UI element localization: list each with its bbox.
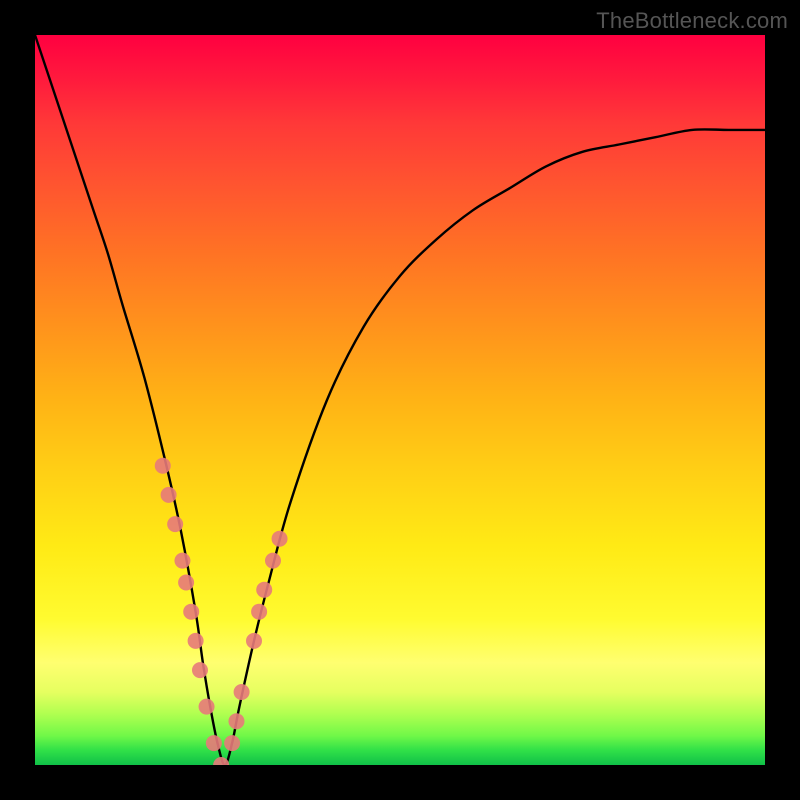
- curve-path: [35, 35, 765, 765]
- data-marker: [188, 633, 204, 649]
- curve-layer: [35, 35, 765, 765]
- data-marker: [155, 458, 171, 474]
- data-marker: [183, 604, 199, 620]
- data-marker: [272, 531, 288, 547]
- data-marker: [206, 735, 222, 751]
- plot-area: [35, 35, 765, 765]
- data-marker: [161, 487, 177, 503]
- data-marker: [228, 713, 244, 729]
- data-marker: [224, 735, 240, 751]
- data-marker: [246, 633, 262, 649]
- data-marker: [174, 553, 190, 569]
- data-marker: [199, 699, 215, 715]
- data-marker: [234, 684, 250, 700]
- data-marker: [251, 604, 267, 620]
- data-marker: [213, 757, 229, 765]
- watermark-text: TheBottleneck.com: [596, 8, 788, 34]
- data-marker: [192, 662, 208, 678]
- data-marker: [265, 553, 281, 569]
- curve-svg: [35, 35, 765, 765]
- data-marker: [256, 582, 272, 598]
- data-marker: [167, 516, 183, 532]
- chart-frame: TheBottleneck.com: [0, 0, 800, 800]
- data-marker: [178, 575, 194, 591]
